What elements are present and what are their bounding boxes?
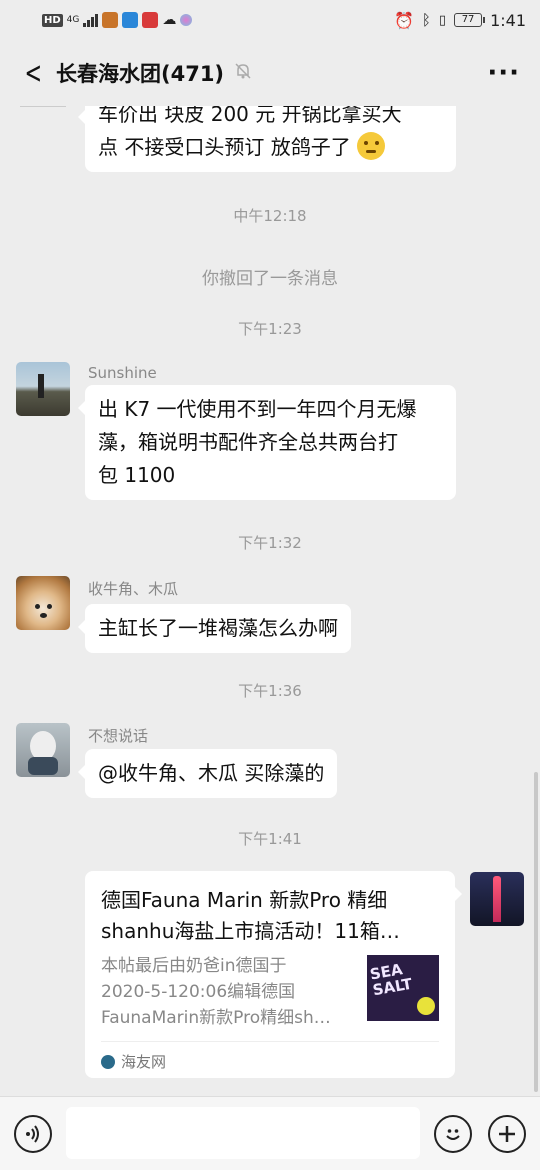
link-card[interactable]: 德国Fauna Marin 新款Pro 精细 shanhu海盐上市搞活动！11箱… [85,871,462,1078]
sender-name: 不想说话 [88,727,149,745]
message-text: 出 K7 一代使用不到一年四个月无爆 [98,397,417,421]
timestamp: 下午1:41 [238,830,302,848]
message-text: 点 不接受口头预订 放鸽子了 [98,135,351,159]
thumbnail-text: SEA SALT [368,960,414,1000]
card-source: 海友网 [101,1051,166,1072]
timestamp: 下午1:32 [238,534,302,552]
map-app-icon [122,12,139,28]
card-thumbnail: SEA SALT [367,955,439,1021]
message-text-line: 点 不接受口头预订 放鸽子了 [98,131,443,164]
more-options-icon[interactable]: ··· [487,60,520,86]
alarm-icon: ⏰ [393,10,414,30]
message-text: 车价出 块皮 200 元 开锅比拿买大 [98,106,402,126]
avatar-mouse[interactable] [16,723,70,777]
news-app-icon [142,12,159,28]
message-list[interactable]: 车价出 块皮 200 元 开锅比拿买大 点 不接受口头预订 放鸽子了 中午12:… [0,106,540,1096]
mute-bell-icon [234,62,252,84]
voice-input-icon[interactable] [14,1115,52,1153]
signal-icon [83,13,99,27]
message-text: @收牛角、木瓜 买除藻的 [98,761,325,785]
chat-header: < 长春海水团(471) ··· [0,40,540,106]
card-title-line: 德国Fauna Marin 新款Pro 精细 [101,888,388,912]
avatar-self[interactable] [470,872,524,926]
card-divider [101,1041,439,1042]
game-app-icon [102,12,119,28]
thinking-emoji-icon [357,132,386,160]
timestamp: 下午1:23 [238,320,302,338]
sender-name: Sunshine [88,364,157,382]
message-text: 藻，箱说明书配件齐全总共两台打 [98,430,398,454]
clock: 1:41 [490,10,526,30]
avatar-sunshine[interactable] [16,362,70,416]
back-icon[interactable]: < [25,56,46,91]
avatar-dog[interactable] [16,576,70,630]
card-desc-line: FaunaMarin新款Pro精细sh… [101,1008,331,1028]
site-logo-icon [101,1054,115,1069]
card-description: 本帖最后由奶爸in德国于 2020-5-120:06编辑德国 FaunaMari… [101,953,341,1031]
message-text: 包 1100 [98,463,176,487]
timestamp: 下午1:36 [238,682,302,700]
timestamp: 中午12:18 [233,207,307,225]
message-bubble[interactable]: @收牛角、木瓜 买除藻的 [77,749,338,798]
card-title-line: shanhu海盐上市搞活动！11箱… [101,919,400,943]
message-bubble[interactable]: 车价出 块皮 200 元 开锅比拿买大 点 不接受口头预订 放鸽子了 [78,106,456,172]
network-type: 4G [66,14,80,25]
hd-icon: HD [42,13,63,27]
group-title: 长春海水团(471) [56,62,225,86]
cloud-icon: ☁ [162,12,177,28]
add-more-icon[interactable] [488,1115,526,1153]
status-bar: HD 4G ☁ ⏰ ᛒ ▯ 77 1:41 [0,0,540,40]
input-bar [0,1096,540,1170]
vibrate-icon: ▯ [438,12,447,28]
message-text: 主缸长了一堆褐藻怎么办啊 [98,616,338,640]
message-bubble[interactable]: 出 K7 一代使用不到一年四个月无爆 藻，箱说明书配件齐全总共两台打 包 110… [78,385,456,500]
message-input[interactable] [66,1107,420,1159]
card-desc-line: 2020-5-120:06编辑德国 [101,982,296,1002]
assistant-icon [180,14,193,26]
recall-notice: 你撤回了一条消息 [202,269,338,289]
emoji-picker-icon[interactable] [434,1115,472,1153]
source-name: 海友网 [121,1053,167,1071]
card-title: 德国Fauna Marin 新款Pro 精细 shanhu海盐上市搞活动！11箱… [101,885,439,947]
divider [20,106,66,107]
card-desc-line: 本帖最后由奶爸in德国于 [101,956,287,976]
message-bubble[interactable]: 主缸长了一堆褐藻怎么办啊 [78,604,351,653]
sender-name: 收牛角、木瓜 [88,580,179,598]
battery-icon: 77 [454,13,486,27]
bluetooth-icon: ᛒ [421,11,431,29]
scrollbar[interactable] [534,772,538,1092]
